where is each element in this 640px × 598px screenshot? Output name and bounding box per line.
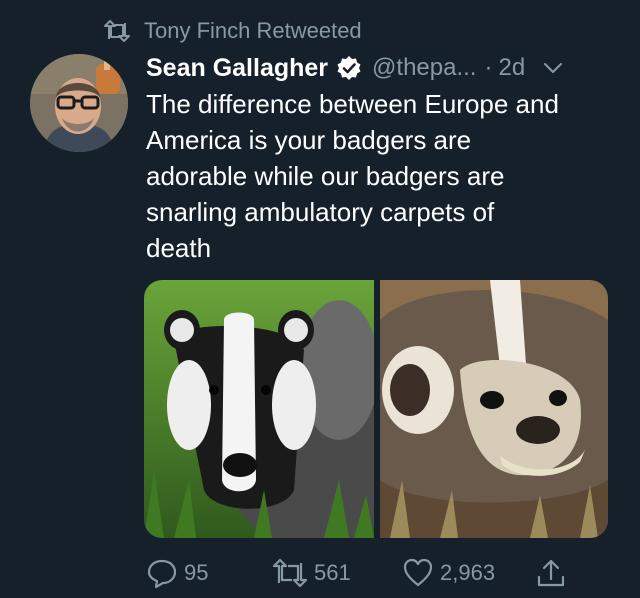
chevron-down-icon[interactable] [541,56,565,80]
retweet-count: 561 [314,560,351,585]
tweet-text-line: death [146,233,212,263]
tweet-text-line: adorable while our badgers are [146,161,505,191]
tweet-text: The difference between Europe and Americ… [146,86,616,266]
retweet-context[interactable]: Tony Finch Retweeted [104,16,362,46]
avatar[interactable] [30,54,128,152]
reply-icon [147,559,177,589]
like-count: 2,963 [440,560,496,585]
share-button[interactable] [536,556,572,590]
tweet-text-line: snarling ambulatory carpets of [146,197,495,227]
author-handle[interactable]: @thepa... [372,54,476,82]
american-badger-photo[interactable] [380,280,608,538]
heart-icon [403,558,433,587]
european-badger-photo[interactable] [144,280,404,538]
tweet-actions: 95 561 2,963 [144,556,604,590]
verified-badge-icon [337,56,361,80]
retweet-icon [104,20,130,42]
tweet-text-line: The difference between Europe and [146,89,559,119]
tweet-text-line: America is your badgers are [146,125,472,155]
reply-button[interactable]: 95 [146,556,208,590]
tweet-timestamp[interactable]: 2d [498,54,525,82]
header-separator: · [484,54,493,81]
tweet-header: Sean Gallagher @thepa... · 2d [146,50,626,86]
like-button[interactable]: 2,963 [402,556,495,590]
retweet-context-label: Tony Finch Retweeted [144,18,362,43]
avatar-image [30,54,128,152]
tweet[interactable]: Tony Finch Retweeted Sean Gallagher @the… [0,0,640,598]
tweet-media [144,280,608,538]
share-icon [537,559,565,587]
author-display-name[interactable]: Sean Gallagher [146,54,328,83]
retweet-icon [272,558,308,588]
retweet-button[interactable]: 561 [272,556,351,590]
reply-count: 95 [184,560,209,585]
